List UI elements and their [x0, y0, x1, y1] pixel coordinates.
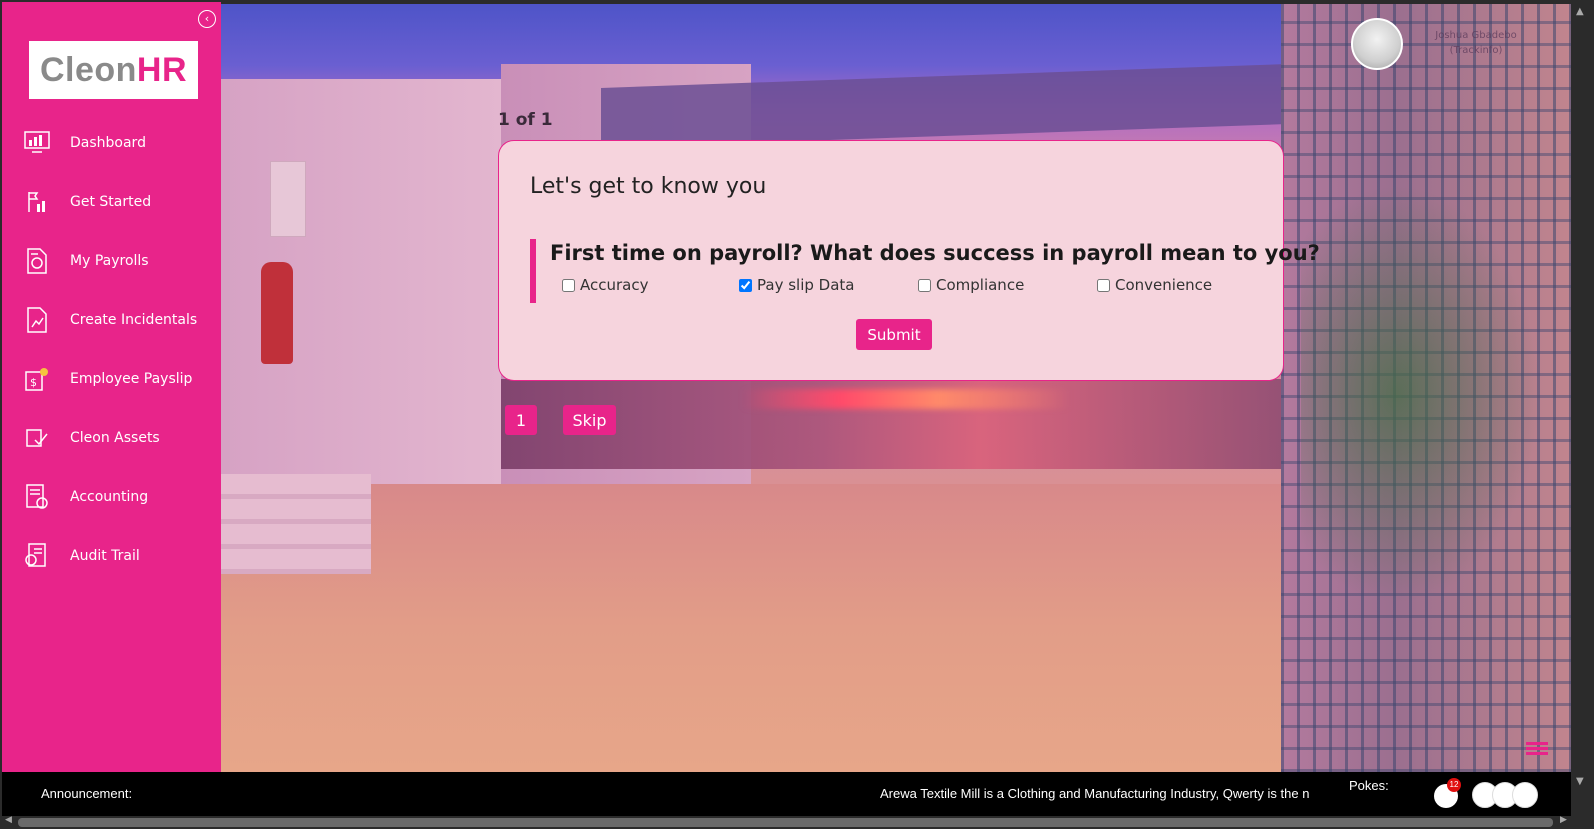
- incidentals-icon: [23, 306, 51, 334]
- option-checkbox[interactable]: [918, 278, 931, 292]
- question-accent-bar: [530, 239, 536, 303]
- scroll-left-icon[interactable]: ◀: [5, 815, 12, 825]
- main-content: Joshua Gbadebo (Trackinfo) 1 of 1 Let's …: [221, 4, 1571, 772]
- option-accuracy[interactable]: Accuracy: [562, 276, 648, 294]
- page-number-button[interactable]: 1: [505, 405, 537, 435]
- vertical-scrollbar[interactable]: ▲ ▼: [1571, 2, 1592, 816]
- sidebar: ‹ Cleon HR Dashboard Get Started My Payr…: [2, 2, 221, 772]
- user-avatar[interactable]: [1351, 18, 1403, 70]
- payslip-icon: $: [23, 365, 51, 393]
- option-compliance[interactable]: Compliance: [918, 276, 1024, 294]
- option-checkbox[interactable]: [562, 278, 575, 292]
- option-pay-slip-data[interactable]: Pay slip Data: [739, 276, 854, 294]
- option-label: Accuracy: [580, 276, 649, 294]
- sidebar-item-audit-trail[interactable]: Audit Trail: [2, 526, 221, 585]
- sidebar-item-create-incidentals[interactable]: Create Incidentals: [2, 290, 221, 349]
- user-name: Joshua Gbadebo (Trackinfo): [1435, 30, 1517, 56]
- option-label: Convenience: [1115, 276, 1213, 294]
- sidebar-item-cleon-assets[interactable]: Cleon Assets: [2, 408, 221, 467]
- option-label: Compliance: [936, 276, 1025, 294]
- sidebar-item-get-started[interactable]: Get Started: [2, 172, 221, 231]
- background-photo-stairs: [221, 474, 371, 574]
- collapse-sidebar-button[interactable]: ‹: [198, 10, 216, 28]
- survey-card: Let's get to know you First time on payr…: [498, 140, 1320, 381]
- app-window: ‹ Cleon HR Dashboard Get Started My Payr…: [0, 0, 1594, 829]
- option-convenience[interactable]: Convenience: [1097, 276, 1212, 294]
- poke-avatar[interactable]: [1512, 782, 1538, 808]
- survey-options: Accuracy Pay slip Data Compliance Conven…: [562, 276, 1262, 298]
- sidebar-item-accounting[interactable]: Accounting: [2, 467, 221, 526]
- logo-text-hr: HR: [136, 50, 188, 89]
- background-photo-extinguisher: [261, 262, 293, 364]
- background-photo-lights: [741, 389, 1071, 409]
- sidebar-item-label: Accounting: [70, 488, 149, 505]
- assets-icon: [23, 424, 51, 452]
- sidebar-item-label: Dashboard: [70, 134, 146, 151]
- option-checkbox[interactable]: [739, 278, 752, 292]
- option-checkbox[interactable]: [1097, 278, 1110, 292]
- logo: Cleon HR: [29, 41, 198, 99]
- get-started-icon: [23, 188, 51, 216]
- announcement-text: Arewa Textile Mill is a Clothing and Man…: [880, 786, 1310, 801]
- sidebar-nav: Dashboard Get Started My Payrolls Create…: [2, 113, 221, 585]
- scroll-right-icon[interactable]: ▶: [1560, 815, 1567, 825]
- horizontal-scrollbar[interactable]: ◀ ▶: [0, 815, 1594, 829]
- poke-avatars[interactable]: [1472, 782, 1542, 808]
- sidebar-item-label: Audit Trail: [70, 547, 140, 564]
- menu-icon[interactable]: [1526, 742, 1548, 756]
- accounting-icon: [23, 483, 51, 511]
- scroll-up-icon[interactable]: ▲: [1576, 6, 1584, 17]
- skip-button[interactable]: Skip: [563, 405, 616, 435]
- background-photo-wall-box: [270, 161, 306, 237]
- survey-title: Let's get to know you: [530, 174, 767, 199]
- sidebar-item-dashboard[interactable]: Dashboard: [2, 113, 221, 172]
- submit-button[interactable]: Submit: [856, 319, 932, 350]
- announcement-bar: Announcement: Arewa Textile Mill is a Cl…: [2, 772, 1571, 816]
- survey-counter: 1 of 1: [498, 110, 553, 130]
- background-photo-plants: [1301, 184, 1541, 604]
- sidebar-item-label: Get Started: [70, 193, 152, 210]
- option-label: Pay slip Data: [757, 276, 855, 294]
- sidebar-item-label: My Payrolls: [70, 252, 149, 269]
- announcement-label: Announcement:: [41, 786, 133, 801]
- survey-question: First time on payroll? What does success…: [550, 241, 1320, 265]
- pokes-label: Pokes:: [1349, 778, 1389, 793]
- sidebar-item-label: Create Incidentals: [70, 311, 198, 328]
- svg-text:$: $: [30, 376, 37, 389]
- sidebar-item-employee-payslip[interactable]: $ Employee Payslip: [2, 349, 221, 408]
- logo-text-cleon: Cleon: [39, 50, 137, 89]
- scroll-down-icon[interactable]: ▼: [1576, 776, 1584, 787]
- audit-trail-icon: [23, 542, 51, 570]
- sidebar-item-label: Cleon Assets: [70, 429, 160, 446]
- payrolls-icon: [23, 247, 51, 275]
- sidebar-item-my-payrolls[interactable]: My Payrolls: [2, 231, 221, 290]
- horizontal-scroll-thumb[interactable]: [18, 818, 1553, 827]
- dashboard-icon: [23, 129, 51, 157]
- sidebar-item-label: Employee Payslip: [70, 370, 193, 387]
- chevron-left-icon: ‹: [204, 12, 210, 25]
- pokes-count-badge: 12: [1447, 778, 1461, 792]
